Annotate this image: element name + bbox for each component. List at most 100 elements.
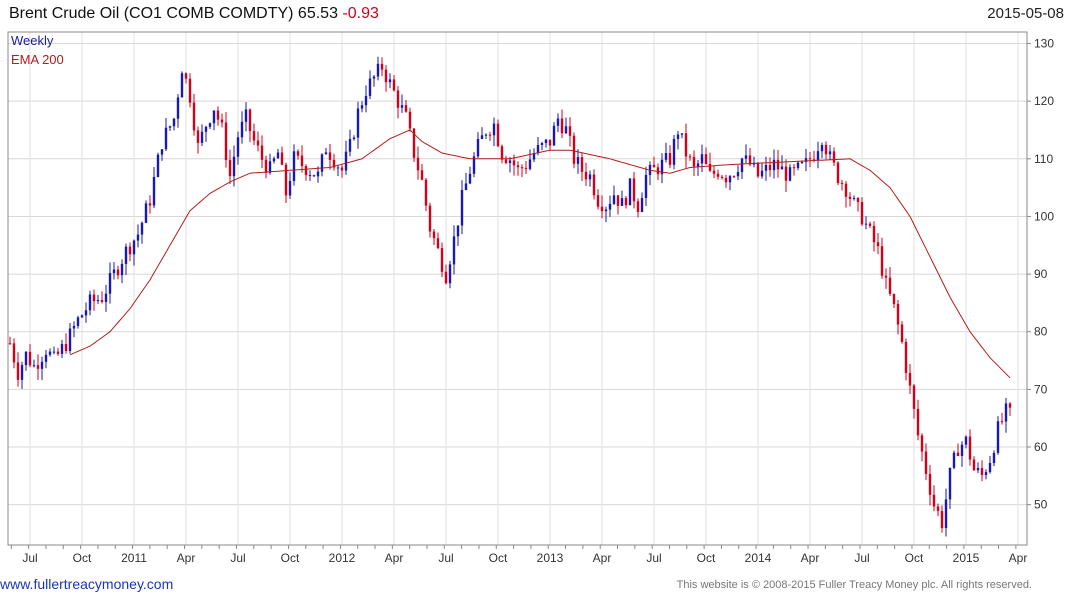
x-tick-label: 2013 — [537, 551, 564, 565]
weekly-body-up — [556, 118, 560, 126]
weekly-body-down — [632, 178, 636, 202]
weekly-body-up — [944, 499, 948, 528]
weekly-body-down — [260, 145, 264, 160]
weekly-body-up — [796, 162, 800, 168]
weekly-body-down — [884, 275, 888, 278]
weekly-body-up — [780, 166, 784, 170]
weekly-body-up — [620, 198, 624, 206]
weekly-body-up — [268, 161, 272, 173]
y-tick-label: 100 — [1034, 209, 1054, 223]
weekly-body-up — [336, 167, 340, 169]
weekly-body-down — [488, 134, 492, 136]
weekly-body-up — [164, 127, 168, 150]
weekly-body-up — [588, 174, 592, 180]
weekly-body-down — [396, 90, 400, 108]
weekly-body-up — [492, 123, 496, 136]
weekly-body-down — [36, 365, 40, 369]
weekly-body-down — [892, 293, 896, 304]
weekly-body-down — [380, 63, 384, 70]
weekly-body-down — [860, 201, 864, 225]
weekly-body-up — [984, 472, 988, 476]
weekly-body-up — [352, 137, 356, 140]
weekly-body-up — [168, 126, 172, 128]
weekly-body-down — [832, 151, 836, 163]
weekly-body-up — [456, 225, 460, 237]
weekly-body-up — [204, 126, 208, 132]
price-chart: 50 60 70 80 90 100 110 120 130 Jul Oct 2011 Apr Jul Oc… — [7, 31, 1054, 565]
weekly-body-up — [288, 181, 292, 196]
weekly-body-up — [172, 118, 176, 127]
weekly-body-up — [144, 203, 148, 223]
plot-frame — [7, 31, 1028, 546]
weekly-body-down — [440, 248, 444, 272]
weekly-body-down — [408, 111, 412, 129]
weekly-body-down — [436, 238, 440, 249]
weekly-body-down — [756, 162, 760, 177]
weekly-body-up — [44, 354, 48, 362]
weekly-body-up — [388, 79, 392, 83]
weekly-body-up — [376, 63, 380, 77]
weekly-body-up — [232, 156, 236, 177]
weekly-body-down — [572, 135, 576, 164]
weekly-body-down — [500, 146, 504, 160]
weekly-body-down — [904, 341, 908, 373]
weekly-body-up — [996, 421, 1000, 453]
weekly-body-down — [256, 140, 260, 146]
weekly-body-up — [364, 95, 368, 106]
weekly-body-up — [700, 154, 704, 164]
weekly-body-down — [1008, 403, 1012, 408]
weekly-body-down — [876, 242, 880, 247]
weekly-body-down — [1000, 421, 1004, 423]
x-tick-label: Jul — [230, 551, 245, 565]
weekly-body-down — [776, 159, 780, 170]
weekly-body-up — [104, 293, 108, 303]
weekly-body-up — [132, 240, 136, 255]
weekly-body-down — [840, 183, 844, 185]
x-tick-label: Apr — [593, 551, 612, 565]
weekly-body-down — [312, 174, 316, 177]
weekly-body-down — [624, 198, 628, 206]
weekly-body-down — [560, 118, 564, 134]
weekly-body-down — [652, 164, 656, 168]
weekly-body-up — [72, 325, 76, 329]
x-tick-label: 2012 — [329, 551, 356, 565]
x-tick-label: Apr — [177, 551, 196, 565]
weekly-body-up — [484, 134, 488, 136]
weekly-body-up — [276, 152, 280, 159]
weekly-body-down — [836, 162, 840, 184]
weekly-body-up — [372, 76, 376, 79]
weekly-body-up — [644, 174, 648, 199]
weekly-body-up — [108, 273, 112, 294]
weekly-body-down — [784, 166, 788, 181]
weekly-body-down — [184, 73, 188, 79]
weekly-body-down — [264, 159, 268, 173]
weekly-body-up — [992, 452, 996, 464]
weekly-body-down — [504, 159, 508, 164]
weekly-body-up — [508, 160, 512, 164]
weekly-body-up — [160, 149, 164, 155]
weekly-body-down — [424, 179, 428, 206]
weekly-body-up — [140, 222, 144, 235]
weekly-body-up — [84, 310, 88, 316]
weekly-body-down — [968, 436, 972, 460]
weekly-body-down — [148, 203, 152, 206]
weekly-body-down — [732, 176, 736, 178]
weekly-body-up — [800, 161, 804, 163]
weekly-body-up — [740, 158, 744, 173]
weekly-body-up — [628, 178, 632, 206]
weekly-body-down — [932, 494, 936, 507]
weekly-body-up — [320, 154, 324, 172]
x-tick-label: Oct — [697, 551, 716, 565]
weekly-body-down — [416, 157, 420, 171]
weekly-body-down — [688, 156, 692, 158]
weekly-body-down — [824, 144, 828, 155]
weekly-body-up — [988, 463, 992, 473]
weekly-body-down — [496, 123, 500, 147]
weekly-body-up — [32, 365, 36, 367]
weekly-body-up — [176, 97, 180, 119]
weekly-body-down — [228, 160, 232, 177]
weekly-body-up — [360, 105, 364, 109]
x-tick-label: 2014 — [745, 551, 772, 565]
x-tick-label: Jul — [854, 551, 869, 565]
website-link[interactable]: www.fullertreacymoney.com — [0, 576, 173, 592]
